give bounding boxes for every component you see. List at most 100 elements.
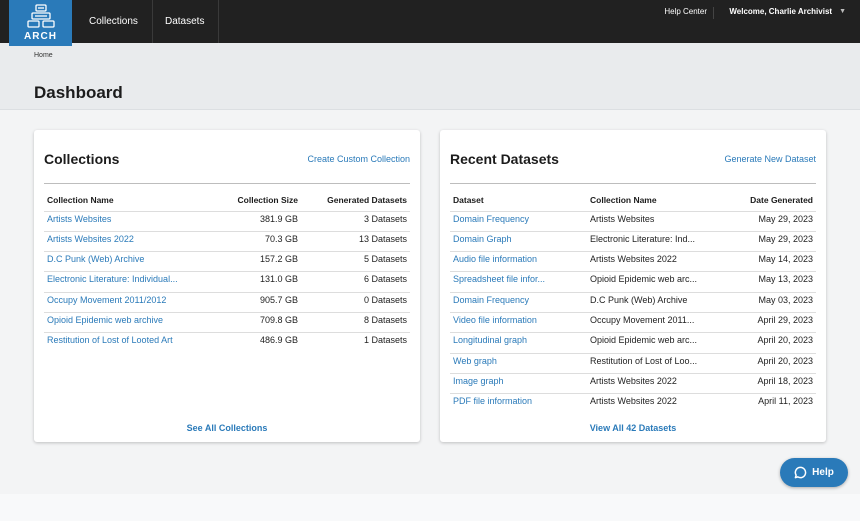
collection-link[interactable]: Occupy Movement 2011/2012 xyxy=(47,295,166,305)
dataset-link[interactable]: Domain Frequency xyxy=(453,214,529,224)
generated-datasets-count: 13 Datasets xyxy=(300,230,410,252)
collection-size: 157.2 GB xyxy=(222,251,300,272)
table-row: Domain Frequency D.C Punk (Web) Archive … xyxy=(450,291,816,313)
dataset-link[interactable]: Web graph xyxy=(453,356,497,366)
page-header: Home Dashboard xyxy=(0,43,860,110)
collection-link[interactable]: Artists Websites xyxy=(47,214,111,224)
dataset-link[interactable]: Longitudinal graph xyxy=(453,335,527,345)
table-row: Restitution of Lost of Looted Art 486.9 … xyxy=(44,332,410,354)
generated-datasets-count: 8 Datasets xyxy=(300,311,410,333)
column-header: Dataset xyxy=(453,194,484,205)
generated-datasets-count: 3 Datasets xyxy=(300,210,410,232)
table-row: Artists Websites 2022 70.3 GB 13 Dataset… xyxy=(44,230,410,252)
dataset-link[interactable]: Spreadsheet file infor... xyxy=(453,274,545,284)
dataset-date: May 29, 2023 xyxy=(723,230,816,252)
chat-bubble-icon xyxy=(794,466,807,479)
table-row: Opioid Epidemic web archive 709.8 GB 8 D… xyxy=(44,311,410,333)
collection-link[interactable]: Restitution of Lost of Looted Art xyxy=(47,335,173,345)
collection-link[interactable]: D.C Punk (Web) Archive xyxy=(47,254,144,264)
chevron-down-icon: ▼ xyxy=(839,8,846,15)
table-row: Artists Websites 381.9 GB 3 Datasets xyxy=(44,210,410,232)
help-button-label: Help xyxy=(812,467,834,478)
table-row: Web graph Restitution of Lost of Loo... … xyxy=(450,352,816,374)
generated-datasets-count: 0 Datasets xyxy=(300,291,410,313)
dataset-collection-name: Opioid Epidemic web arc... xyxy=(590,271,723,293)
help-button[interactable]: Help xyxy=(780,458,848,487)
dataset-collection-name: Artists Websites 2022 xyxy=(590,251,723,272)
dataset-collection-name: Artists Websites 2022 xyxy=(590,372,723,394)
dataset-date: April 18, 2023 xyxy=(723,372,816,394)
recent-datasets-card-header: Recent Datasets Generate New Dataset xyxy=(450,130,816,184)
dataset-date: April 20, 2023 xyxy=(723,352,816,374)
table-row: Image graph Artists Websites 2022 April … xyxy=(450,372,816,394)
table-row: PDF file information Artists Websites 20… xyxy=(450,393,816,414)
collections-table: Collection Name Collection Size Generate… xyxy=(44,189,410,354)
collection-size: 905.7 GB xyxy=(222,291,300,313)
arch-logo[interactable]: ARCH xyxy=(9,0,72,46)
collection-link[interactable]: Electronic Literature: Individual... xyxy=(47,274,178,284)
create-custom-collection-link[interactable]: Create Custom Collection xyxy=(307,154,410,164)
recent-datasets-card: Recent Datasets Generate New Dataset Dat… xyxy=(440,130,826,442)
page-title: Dashboard xyxy=(34,83,123,102)
table-header-row: Collection Name Collection Size Generate… xyxy=(44,189,410,211)
page-footer-area xyxy=(0,494,860,521)
user-menu[interactable]: Welcome, Charlie Archivist ▼ xyxy=(729,7,846,16)
collection-link[interactable]: Artists Websites 2022 xyxy=(47,234,134,244)
dataset-date: April 11, 2023 xyxy=(723,393,816,414)
dataset-date: May 13, 2023 xyxy=(723,271,816,293)
generated-datasets-count: 1 Datasets xyxy=(300,332,410,354)
collections-title: Collections xyxy=(44,151,120,167)
collection-size: 131.0 GB xyxy=(222,271,300,293)
collections-card-header: Collections Create Custom Collection xyxy=(44,130,410,184)
view-all-datasets-link[interactable]: View All 42 Datasets xyxy=(440,423,826,433)
breadcrumb-home[interactable]: Home xyxy=(34,52,53,59)
column-header: Collection Name xyxy=(47,194,114,205)
dataset-link[interactable]: Audio file information xyxy=(453,254,537,264)
see-all-collections-link[interactable]: See All Collections xyxy=(34,423,420,433)
nav-collections[interactable]: Collections xyxy=(75,0,153,43)
table-row: D.C Punk (Web) Archive 157.2 GB 5 Datase… xyxy=(44,251,410,272)
table-header-row: Dataset Collection Name Date Generated xyxy=(450,189,816,211)
dataset-collection-name: Restitution of Lost of Loo... xyxy=(590,352,723,374)
dataset-link[interactable]: Domain Frequency xyxy=(453,295,529,305)
generated-datasets-count: 5 Datasets xyxy=(300,251,410,272)
table-row: Domain Graph Electronic Literature: Ind.… xyxy=(450,230,816,252)
logo-text: ARCH xyxy=(24,31,57,42)
generated-datasets-count: 6 Datasets xyxy=(300,271,410,293)
collection-size: 70.3 GB xyxy=(222,230,300,252)
table-row: Spreadsheet file infor... Opioid Epidemi… xyxy=(450,271,816,293)
table-row: Audio file information Artists Websites … xyxy=(450,251,816,272)
welcome-text: Welcome, Charlie Archivist xyxy=(729,7,833,16)
help-center-link[interactable]: Help Center xyxy=(664,7,714,19)
archive-boxes-icon xyxy=(26,4,55,28)
column-header: Generated Datasets xyxy=(327,194,407,205)
dataset-date: May 14, 2023 xyxy=(723,251,816,272)
nav-datasets[interactable]: Datasets xyxy=(151,0,220,43)
column-header: Date Generated xyxy=(750,194,813,205)
dataset-link[interactable]: PDF file information xyxy=(453,396,532,406)
column-header: Collection Name xyxy=(590,194,657,205)
dataset-collection-name: Artists Websites xyxy=(590,210,723,232)
collection-link[interactable]: Opioid Epidemic web archive xyxy=(47,315,163,325)
top-navigation-bar: ARCH Collections Datasets Help Center We… xyxy=(0,0,860,46)
table-row: Occupy Movement 2011/2012 905.7 GB 0 Dat… xyxy=(44,291,410,313)
generate-new-dataset-link[interactable]: Generate New Dataset xyxy=(724,154,816,164)
collection-size: 486.9 GB xyxy=(222,332,300,354)
dataset-collection-name: Artists Websites 2022 xyxy=(590,393,723,414)
collection-size: 709.8 GB xyxy=(222,311,300,333)
dataset-collection-name: Opioid Epidemic web arc... xyxy=(590,332,723,354)
dataset-date: May 03, 2023 xyxy=(723,291,816,313)
dataset-collection-name: Occupy Movement 2011... xyxy=(590,311,723,333)
table-row: Longitudinal graph Opioid Epidemic web a… xyxy=(450,332,816,354)
table-row: Video file information Occupy Movement 2… xyxy=(450,311,816,333)
dataset-date: April 20, 2023 xyxy=(723,332,816,354)
recent-datasets-table: Dataset Collection Name Date Generated D… xyxy=(450,189,816,414)
dataset-collection-name: Electronic Literature: Ind... xyxy=(590,230,723,252)
collection-size: 381.9 GB xyxy=(222,210,300,232)
dataset-link[interactable]: Image graph xyxy=(453,376,504,386)
table-row: Domain Frequency Artists Websites May 29… xyxy=(450,210,816,232)
recent-datasets-title: Recent Datasets xyxy=(450,151,559,167)
dataset-date: April 29, 2023 xyxy=(723,311,816,333)
dataset-link[interactable]: Domain Graph xyxy=(453,234,512,244)
dataset-link[interactable]: Video file information xyxy=(453,315,537,325)
